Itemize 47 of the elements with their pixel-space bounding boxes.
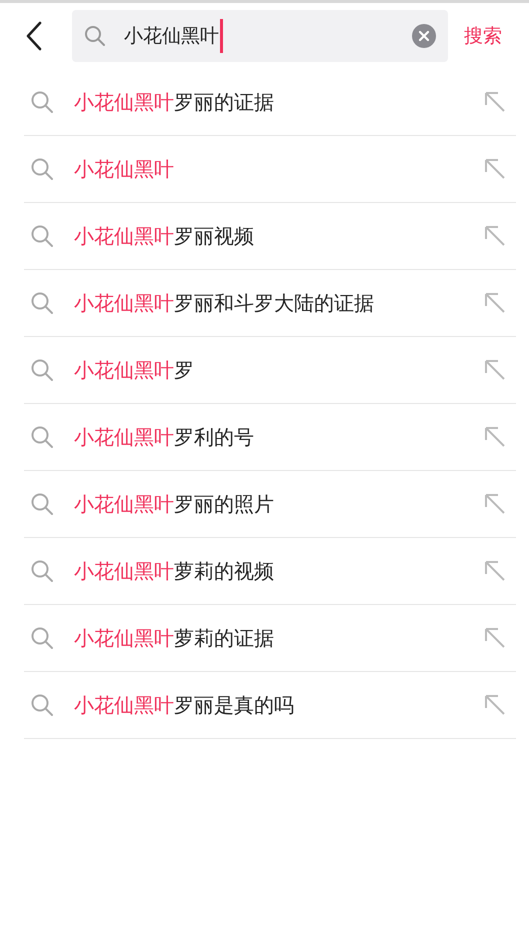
suggestion-item[interactable]: 小花仙黑叶罗丽视频 <box>24 203 516 270</box>
search-icon <box>84 25 106 47</box>
suggestion-text: 小花仙黑叶罗利的号 <box>74 424 255 450</box>
suggestion-item[interactable]: 小花仙黑叶 <box>24 136 516 203</box>
search-icon <box>30 157 54 181</box>
fill-arrow-icon[interactable] <box>484 493 506 515</box>
fill-arrow-icon[interactable] <box>484 158 506 180</box>
fill-arrow-icon[interactable] <box>484 91 506 113</box>
suggestion-item[interactable]: 小花仙黑叶罗利的号 <box>24 404 516 471</box>
search-icon <box>30 358 54 382</box>
fill-arrow-icon[interactable] <box>484 426 506 448</box>
search-icon <box>30 90 54 114</box>
search-icon <box>30 559 54 583</box>
suggestion-item[interactable]: 小花仙黑叶罗丽是真的吗 <box>24 672 516 739</box>
suggestion-item[interactable]: 小花仙黑叶萝莉的视频 <box>24 538 516 605</box>
search-icon <box>30 425 54 449</box>
search-icon <box>30 224 54 248</box>
suggestion-text: 小花仙黑叶罗 <box>74 356 195 384</box>
search-text: 小花仙黑叶 <box>124 24 219 49</box>
suggestion-item[interactable]: 小花仙黑叶萝莉的证据 <box>24 605 516 672</box>
fill-arrow-icon[interactable] <box>484 560 506 582</box>
suggestion-text: 小花仙黑叶罗丽和斗罗大陆的证据 <box>74 290 375 316</box>
suggestion-text: 小花仙黑叶罗丽的照片 <box>74 490 275 518</box>
fill-arrow-icon[interactable] <box>484 225 506 247</box>
clear-icon[interactable] <box>412 24 436 48</box>
text-cursor <box>220 19 223 53</box>
search-icon <box>30 693 54 717</box>
fill-arrow-icon[interactable] <box>484 694 506 716</box>
suggestion-item[interactable]: 小花仙黑叶罗 <box>24 337 516 404</box>
suggestion-text: 小花仙黑叶罗丽是真的吗 <box>74 692 295 718</box>
suggestion-item[interactable]: 小花仙黑叶罗丽的照片 <box>24 471 516 538</box>
suggestion-text: 小花仙黑叶萝莉的证据 <box>74 624 275 652</box>
fill-arrow-icon[interactable] <box>484 292 506 314</box>
suggestion-item[interactable]: 小花仙黑叶罗丽的证据 <box>24 69 516 136</box>
suggestion-item[interactable]: 小花仙黑叶罗丽和斗罗大陆的证据 <box>24 270 516 337</box>
search-button[interactable]: 搜索 <box>464 23 502 49</box>
fill-arrow-icon[interactable] <box>484 359 506 381</box>
search-icon <box>30 492 54 516</box>
suggestion-text: 小花仙黑叶萝莉的视频 <box>74 558 275 584</box>
back-icon <box>24 21 44 51</box>
search-field[interactable]: 小花仙黑叶 <box>72 10 448 62</box>
suggestion-text: 小花仙黑叶罗丽视频 <box>74 222 255 250</box>
suggestion-text: 小花仙黑叶罗丽的证据 <box>74 88 275 116</box>
fill-arrow-icon[interactable] <box>484 627 506 649</box>
suggestion-text: 小花仙黑叶 <box>74 156 175 182</box>
search-icon <box>30 626 54 650</box>
search-icon <box>30 291 54 315</box>
